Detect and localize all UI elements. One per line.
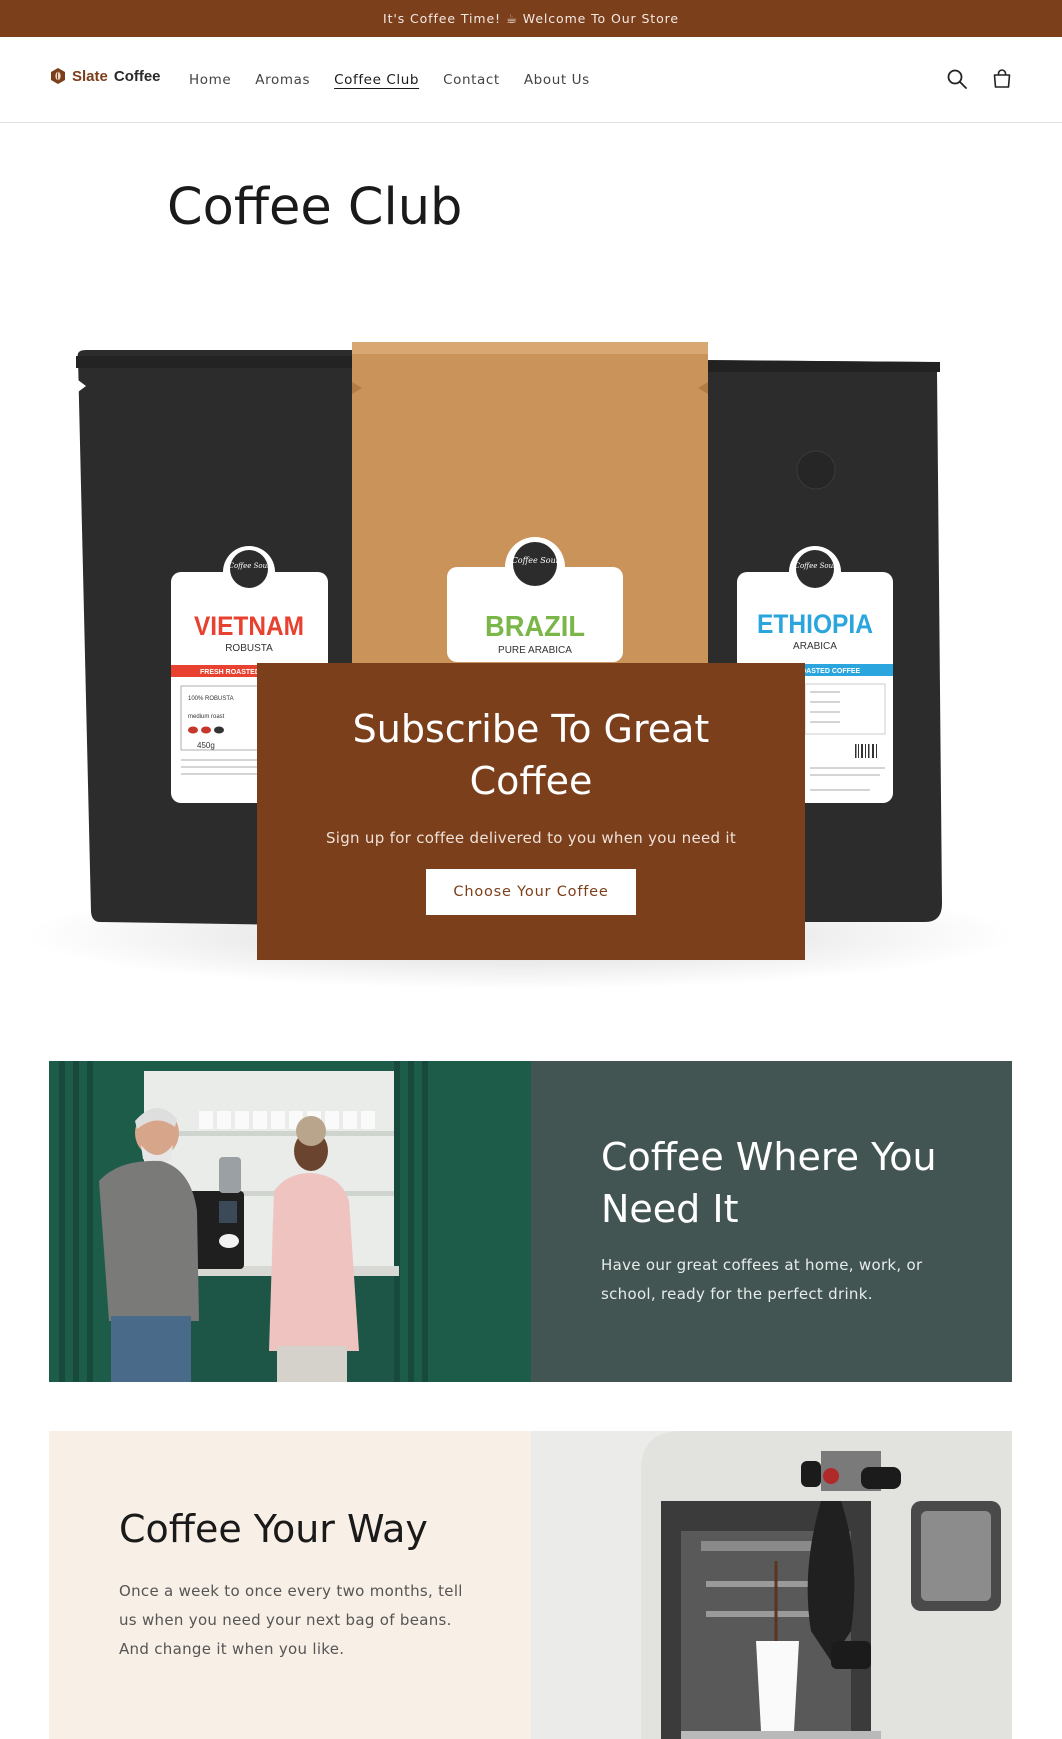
nav-coffee-club[interactable]: Coffee Club [334,72,419,88]
coffee-way-panel: Coffee Your Way Once a week to once ever… [49,1431,531,1739]
bag-vietnam-detail1: 100% ROBUSTA [188,696,234,702]
bag-vietnam-variety: ROBUSTA [225,643,273,654]
office-coffee-photo [49,1061,531,1382]
bag-vietnam-weight: 450g [197,741,215,750]
main-nav: Home Aromas Coffee Club Contact About Us [189,72,590,88]
bag-ethiopia-variety: ARABICA [793,641,837,652]
announcement-bar: It's Coffee Time! ☕ Welcome To Our Store [0,0,1062,37]
logo-text-primary: Slate [72,67,108,85]
nav-contact[interactable]: Contact [443,72,500,88]
bag-vietnam-detail2: medium roast [188,714,225,720]
bag-ethiopia-origin: ETHIOPIA [757,609,873,639]
bag-vietnam-origin: VIETNAM [194,611,304,641]
nav-home[interactable]: Home [189,72,231,88]
subscribe-title: Subscribe To Great Coffee [352,707,710,803]
logo[interactable]: Slate Coffee [50,67,161,85]
bag-vietnam-brand: Coffee Soul [229,562,270,570]
announcement-text: It's Coffee Time! ☕ Welcome To Our Store [383,11,679,26]
coffee-where-text: Have our great coffees at home, work, or… [601,1256,923,1303]
section-coffee-way: Coffee Your Way Once a week to once ever… [49,1431,1012,1739]
bag-brazil-brand: Coffee Soul [512,556,559,565]
bag-brazil-origin: BRAZIL [485,611,585,643]
coffee-where-panel: Coffee Where You Need It Have our great … [531,1061,1012,1382]
bag-brazil-variety: PURE ARABICA [498,645,572,656]
choose-coffee-button[interactable]: Choose Your Coffee [426,869,636,915]
page-title: Coffee Club [167,178,463,237]
espresso-machine-photo [531,1431,1012,1739]
logo-text-secondary: Coffee [113,67,161,85]
nav-aromas[interactable]: Aromas [255,72,310,88]
coffee-way-title: Coffee Your Way [119,1507,428,1551]
search-icon[interactable] [945,67,969,91]
cart-icon[interactable] [990,67,1014,91]
bag-ethiopia-brand: Coffee Soul [795,562,836,570]
coffee-where-title: Coffee Where You Need It [601,1135,937,1231]
section-coffee-where: Coffee Where You Need It Have our great … [49,1061,1012,1382]
nav-about-us[interactable]: About Us [524,72,590,88]
subscribe-text: Sign up for coffee delivered to you when… [325,829,737,847]
subscribe-panel: Subscribe To Great Coffee Sign up for co… [257,663,805,960]
coffee-way-text: Once a week to once every two months, te… [119,1582,463,1658]
logo-icon [51,68,65,84]
site-header: Slate Coffee Home Aromas Coffee Club Con… [0,37,1062,123]
